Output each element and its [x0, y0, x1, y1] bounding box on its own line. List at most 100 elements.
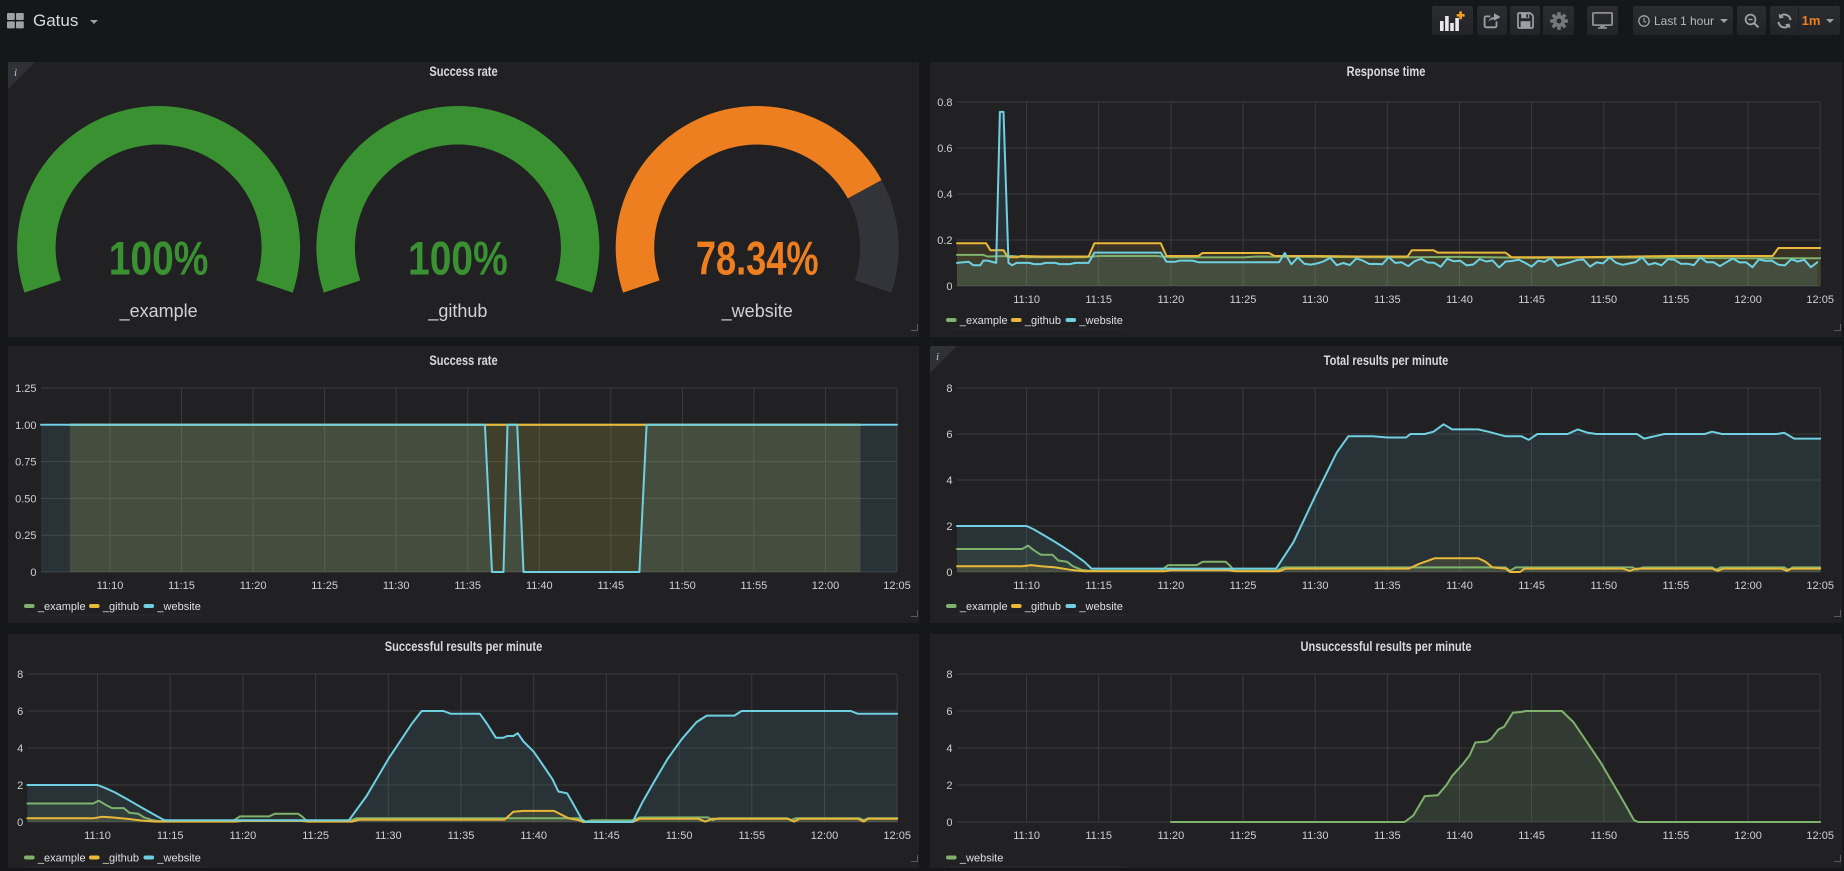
svg-text:0: 0: [30, 567, 36, 579]
svg-text:11:10: 11:10: [1013, 830, 1040, 842]
svg-text:0.75: 0.75: [15, 457, 36, 469]
svg-text:0.6: 0.6: [937, 143, 952, 155]
svg-text:11:40: 11:40: [1446, 830, 1473, 842]
svg-text:12:00: 12:00: [1734, 580, 1762, 592]
svg-text:_example: _example: [119, 301, 198, 322]
svg-text:11:10: 11:10: [84, 830, 111, 842]
svg-text:2: 2: [946, 521, 952, 533]
svg-text:11:10: 11:10: [97, 580, 124, 592]
svg-text:11:30: 11:30: [1302, 830, 1329, 842]
svg-text:12:00: 12:00: [811, 830, 839, 842]
svg-text:12:05: 12:05: [1806, 294, 1834, 306]
svg-text:11:30: 11:30: [383, 580, 410, 592]
svg-text:11:25: 11:25: [311, 580, 338, 592]
svg-text:_github: _github: [102, 853, 139, 865]
svg-text:11:50: 11:50: [1590, 294, 1617, 306]
svg-text:_example: _example: [37, 601, 86, 613]
svg-text:1.25: 1.25: [15, 383, 36, 395]
svg-text:11:55: 11:55: [741, 580, 768, 592]
svg-text:_github: _github: [1024, 601, 1061, 613]
svg-text:_website: _website: [721, 301, 793, 322]
svg-text:11:35: 11:35: [1374, 294, 1401, 306]
svg-text:_example: _example: [37, 853, 86, 865]
svg-text:i: i: [936, 351, 939, 363]
svg-text:0: 0: [946, 817, 952, 829]
svg-text:11:45: 11:45: [1518, 580, 1545, 592]
svg-text:11:40: 11:40: [1446, 294, 1473, 306]
svg-text:11:50: 11:50: [666, 830, 693, 842]
svg-text:11:30: 11:30: [1302, 294, 1329, 306]
svg-text:11:25: 11:25: [1230, 294, 1257, 306]
svg-text:8: 8: [946, 669, 952, 681]
svg-text:11:15: 11:15: [157, 830, 184, 842]
svg-text:11:40: 11:40: [526, 580, 553, 592]
svg-text:8: 8: [17, 669, 23, 681]
svg-text:11:20: 11:20: [1158, 580, 1185, 592]
svg-text:0.8: 0.8: [937, 97, 952, 109]
svg-text:0: 0: [946, 567, 952, 579]
svg-text:11:35: 11:35: [454, 580, 481, 592]
svg-text:6: 6: [946, 706, 952, 718]
svg-text:12:00: 12:00: [1734, 294, 1762, 306]
svg-text:12:00: 12:00: [812, 580, 840, 592]
svg-text:_website: _website: [1078, 315, 1122, 327]
svg-text:0.4: 0.4: [937, 189, 952, 201]
svg-text:12:05: 12:05: [1806, 580, 1834, 592]
svg-text:6: 6: [946, 429, 952, 441]
svg-text:11:45: 11:45: [1518, 830, 1545, 842]
svg-text:11:25: 11:25: [1230, 830, 1257, 842]
svg-text:11:20: 11:20: [240, 580, 267, 592]
svg-text:4: 4: [17, 743, 23, 755]
svg-text:11:20: 11:20: [1158, 830, 1185, 842]
svg-text:11:50: 11:50: [1590, 830, 1617, 842]
svg-text:8: 8: [946, 383, 952, 395]
svg-text:11:35: 11:35: [1374, 580, 1401, 592]
svg-text:_github: _github: [1024, 315, 1061, 327]
svg-text:0: 0: [946, 281, 952, 293]
svg-text:_example: _example: [959, 315, 1008, 327]
svg-text:_github: _github: [427, 301, 487, 322]
svg-text:11:40: 11:40: [520, 830, 547, 842]
svg-text:4: 4: [946, 475, 952, 487]
svg-text:78.34%: 78.34%: [696, 232, 819, 285]
svg-text:11:35: 11:35: [1374, 830, 1401, 842]
svg-text:11:55: 11:55: [1663, 830, 1690, 842]
svg-text:11:35: 11:35: [448, 830, 475, 842]
svg-text:0.2: 0.2: [937, 235, 952, 247]
svg-text:100%: 100%: [408, 233, 508, 285]
svg-text:4: 4: [946, 743, 952, 755]
svg-text:11:15: 11:15: [1085, 580, 1112, 592]
svg-text:_github: _github: [102, 601, 139, 613]
svg-text:11:45: 11:45: [597, 580, 624, 592]
svg-text:11:20: 11:20: [1158, 294, 1185, 306]
svg-text:11:55: 11:55: [1663, 294, 1690, 306]
svg-text:1.00: 1.00: [15, 420, 36, 432]
svg-text:2: 2: [946, 780, 952, 792]
svg-text:11:10: 11:10: [1013, 580, 1040, 592]
svg-text:11:45: 11:45: [593, 830, 620, 842]
svg-text:_website: _website: [959, 853, 1003, 865]
svg-text:11:50: 11:50: [1590, 580, 1617, 592]
svg-text:0: 0: [17, 817, 23, 829]
svg-text:11:30: 11:30: [375, 830, 402, 842]
svg-text:_website: _website: [156, 601, 200, 613]
svg-text:2: 2: [17, 780, 23, 792]
svg-text:11:15: 11:15: [1085, 830, 1112, 842]
svg-text:11:40: 11:40: [1446, 580, 1473, 592]
svg-text:_example: _example: [959, 601, 1008, 613]
svg-text:_website: _website: [1078, 601, 1122, 613]
svg-text:12:05: 12:05: [1806, 830, 1834, 842]
svg-text:11:15: 11:15: [1085, 294, 1112, 306]
svg-text:6: 6: [17, 706, 23, 718]
svg-text:11:50: 11:50: [669, 580, 696, 592]
svg-text:0.50: 0.50: [15, 493, 36, 505]
svg-text:11:10: 11:10: [1013, 294, 1040, 306]
svg-text:11:30: 11:30: [1302, 580, 1329, 592]
svg-text:11:55: 11:55: [1663, 580, 1690, 592]
svg-text:11:55: 11:55: [738, 830, 765, 842]
svg-text:11:45: 11:45: [1518, 294, 1545, 306]
svg-text:11:20: 11:20: [230, 830, 257, 842]
svg-text:11:25: 11:25: [302, 830, 329, 842]
svg-text:12:05: 12:05: [883, 830, 911, 842]
svg-text:100%: 100%: [109, 233, 209, 285]
